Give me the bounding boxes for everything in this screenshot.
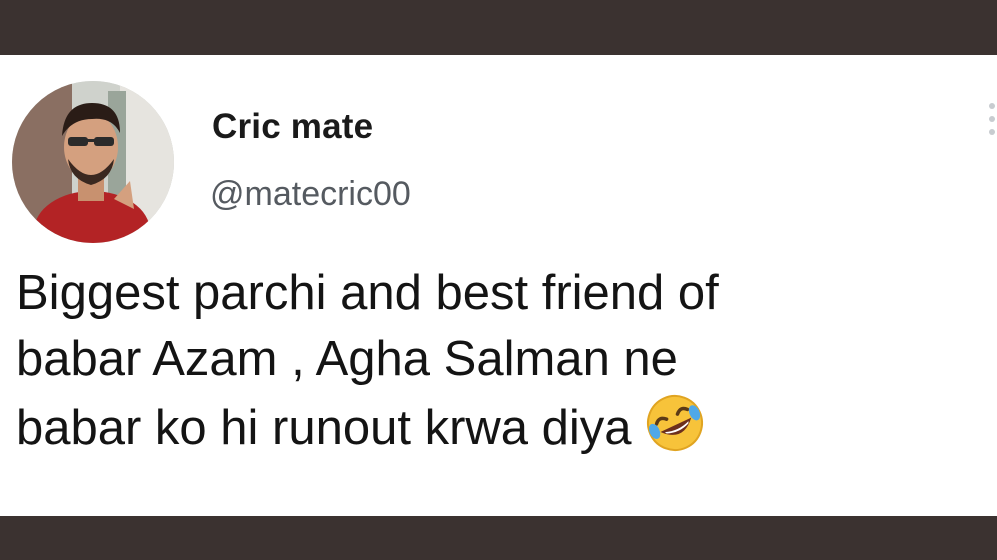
user-handle[interactable]: @matecric00 [210, 175, 411, 214]
tweet-text: Biggest parchi and best friend of babar … [16, 260, 991, 471]
screenshot-frame: Cric mate @matecric00 Biggest parchi and… [0, 0, 997, 560]
tweet-line: Biggest parchi and best friend of [16, 266, 719, 320]
avatar-photo [12, 81, 174, 243]
tweet-card[interactable]: Cric mate @matecric00 Biggest parchi and… [0, 55, 997, 516]
tweet-line-with-emoji: babar ko hi runout krwa diya [16, 392, 991, 471]
avatar[interactable] [12, 81, 174, 243]
tweet-line: babar Azam , Agha Salman ne [16, 332, 678, 386]
rolling-on-floor-laughing-icon [644, 392, 706, 471]
display-name[interactable]: Cric mate [212, 107, 373, 147]
tweet-line-text: babar ko hi runout krwa diya [16, 401, 632, 455]
more-options-icon[interactable] [989, 103, 997, 135]
